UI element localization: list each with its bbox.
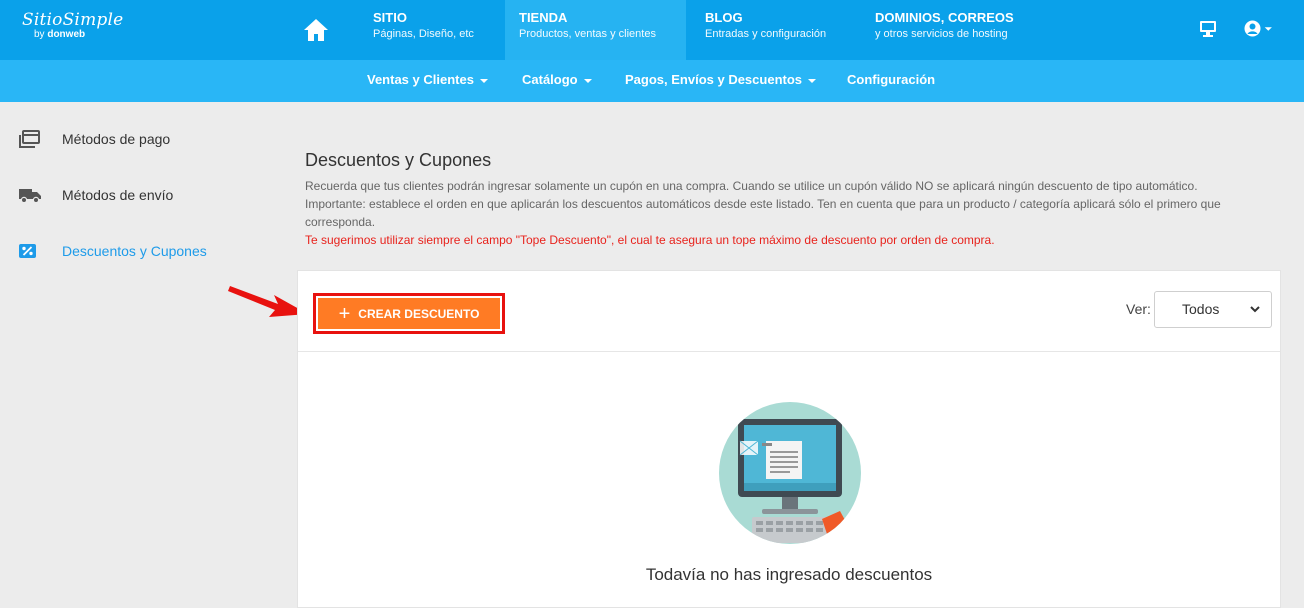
- sub-navbar: Ventas y Clientes Catálogo Pagos, Envíos…: [0, 60, 1304, 102]
- caret-down-icon: [583, 78, 592, 83]
- empty-state-computer-illustration: [719, 402, 861, 544]
- truck-icon: [18, 185, 44, 205]
- sidebar-item-metodos-pago[interactable]: Métodos de pago: [18, 127, 170, 151]
- filter-select[interactable]: Todos: [1154, 291, 1272, 328]
- user-circle-icon: [1244, 20, 1272, 37]
- home-button[interactable]: [288, 0, 344, 60]
- empty-state-message: Todavía no has ingresado descuentos: [645, 565, 933, 584]
- home-icon: [304, 19, 328, 41]
- page-description: Recuerda que tus clientes podrán ingresa…: [305, 177, 1285, 249]
- sidebar-item-metodos-envio[interactable]: Métodos de envío: [18, 183, 173, 207]
- create-discount-button[interactable]: + CREAR DESCUENTO: [318, 298, 500, 329]
- brand-byline: by donweb: [34, 29, 86, 40]
- desktop-preview-button[interactable]: [1199, 20, 1217, 42]
- plus-icon: +: [338, 302, 351, 325]
- description-line-1: Recuerda que tus clientes podrán ingresa…: [305, 179, 1198, 193]
- create-button-highlight: + CREAR DESCUENTO: [313, 293, 505, 334]
- filter-label: Ver:: [1126, 301, 1151, 317]
- nav-blog[interactable]: BLOG Entradas y configuración: [691, 0, 840, 60]
- payment-cards-icon: [18, 129, 44, 149]
- brand-name: SitioSimple: [22, 10, 124, 30]
- nav-dominios[interactable]: DOMINIOS, CORREOS y otros servicios de h…: [861, 0, 1028, 60]
- panel-divider: [298, 351, 1280, 352]
- discounts-panel: + CREAR DESCUENTO Ver: Todos Todavía no …: [297, 270, 1281, 608]
- subnav-configuracion[interactable]: Configuración: [847, 60, 935, 102]
- monitor-icon: [1200, 21, 1216, 37]
- top-navbar: SitioSimple by donweb SITIO Páginas, Dis…: [0, 0, 1304, 60]
- discount-percent-icon: [18, 241, 44, 261]
- subnav-pagos-envios-descuentos[interactable]: Pagos, Envíos y Descuentos: [625, 60, 817, 102]
- subnav-ventas-clientes[interactable]: Ventas y Clientes: [367, 60, 488, 102]
- description-line-2: Importante: establece el orden en que ap…: [305, 197, 1221, 229]
- page-title: Descuentos y Cupones: [305, 150, 492, 170]
- chevron-down-icon: [1250, 306, 1260, 313]
- user-menu-button[interactable]: [1244, 20, 1274, 42]
- caret-down-icon: [479, 78, 488, 83]
- sidebar-item-descuentos-cupones[interactable]: Descuentos y Cupones: [18, 239, 207, 263]
- caret-down-icon: [808, 78, 817, 83]
- subnav-catalogo[interactable]: Catálogo: [522, 60, 592, 102]
- nav-sitio[interactable]: SITIO Páginas, Diseño, etc: [359, 0, 488, 60]
- nav-tienda[interactable]: TIENDA Productos, ventas y clientes: [505, 0, 686, 60]
- warning-text: Te sugerimos utilizar siempre el campo "…: [305, 233, 995, 247]
- brand-logo[interactable]: SitioSimple by donweb: [22, 10, 123, 40]
